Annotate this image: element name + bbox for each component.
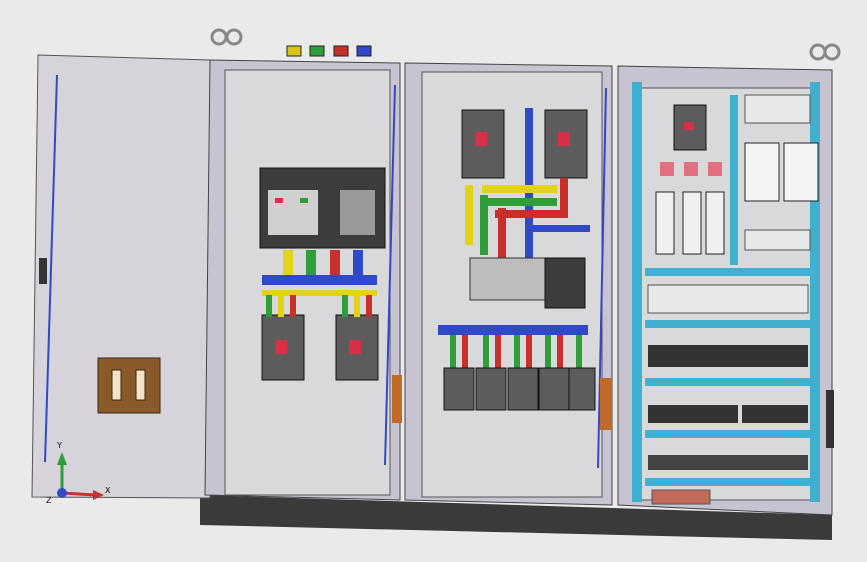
terminal-caps [286,45,372,57]
axis-label-z: Z [46,496,52,505]
fuse-holders [660,162,722,176]
mccb-breaker[interactable] [461,109,505,179]
lifting-eye-icon [210,28,243,46]
cabinet-bay-distribution[interactable] [404,62,613,506]
door-handle[interactable] [826,390,834,448]
mccb-breaker[interactable] [335,314,379,381]
mccb-breaker[interactable] [544,109,588,179]
air-circuit-breaker[interactable] [259,167,386,249]
lifting-eye-icon [809,43,841,61]
cad-viewport[interactable]: Y X Z [0,0,867,562]
control-breaker[interactable] [673,104,707,151]
door-lock[interactable] [97,357,161,414]
left-door[interactable] [31,54,211,499]
cabinet-bay-incoming[interactable] [204,59,402,501]
cabinet-bay-control[interactable] [617,65,834,516]
door-handle[interactable] [600,378,612,430]
transfer-switch[interactable] [469,257,586,309]
mccb-breaker[interactable] [261,314,305,381]
axis-label-y: Y [56,441,62,450]
switch-disconnectors[interactable] [655,191,725,255]
busbar-main [438,325,588,335]
mccb-row[interactable] [443,367,596,411]
door-handle[interactable] [39,258,47,284]
door-handle[interactable] [392,375,402,423]
axis-label-x: X [105,486,111,495]
terminal-strip [651,489,711,505]
